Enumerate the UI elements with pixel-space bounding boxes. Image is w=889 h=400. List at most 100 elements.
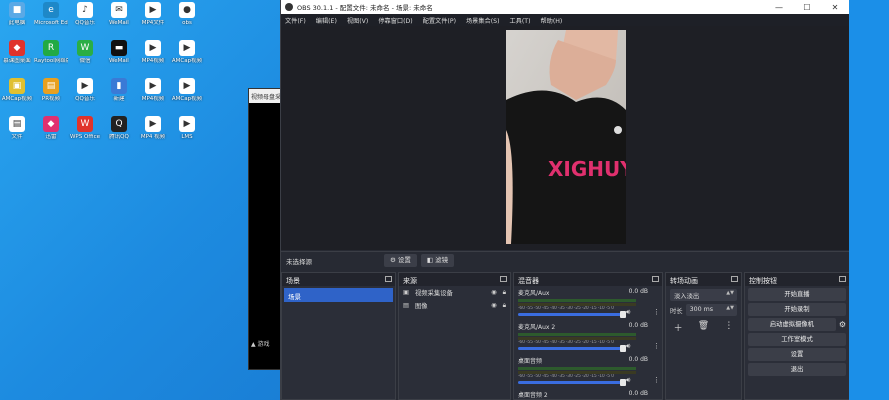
desktop-icon[interactable]: e Microsoft Edge bbox=[34, 2, 68, 27]
undock-icon[interactable] bbox=[500, 276, 507, 282]
desktop-icon[interactable]: ▶ MP4 视频 bbox=[136, 116, 170, 141]
properties-button[interactable]: ⚙ 设置 bbox=[384, 254, 417, 267]
background-window[interactable]: 视频母盘采 ▲ 游戏 bbox=[248, 88, 282, 370]
speaker-icon[interactable]: 🔊︎ bbox=[626, 376, 630, 385]
gear-icon[interactable]: ⚙ bbox=[839, 320, 846, 329]
settings-button[interactable]: 设置 bbox=[748, 348, 846, 361]
eye-icon[interactable]: ◉ bbox=[491, 289, 497, 296]
menu-profile[interactable]: 配置文件(P) bbox=[423, 16, 456, 25]
undock-icon[interactable] bbox=[385, 276, 392, 282]
start-recording-button[interactable]: 开始录制 bbox=[748, 303, 846, 316]
exit-button[interactable]: 退出 bbox=[748, 363, 846, 376]
volume-slider[interactable] bbox=[518, 379, 626, 386]
desktop-icon[interactable]: ▤ 文件 bbox=[0, 116, 34, 141]
desktop-icon[interactable]: ▶ AMCap视频 bbox=[170, 40, 204, 65]
app-icon: ▶ bbox=[179, 78, 195, 94]
desktop-icon[interactable]: ▮ 新建 bbox=[102, 78, 136, 103]
lock-icon[interactable]: 🔒︎ bbox=[503, 289, 506, 296]
trash-icon[interactable]: 🗑︎ bbox=[698, 321, 709, 334]
undock-icon[interactable] bbox=[652, 276, 659, 282]
desktop-icon[interactable]: ■ 此电脑 bbox=[0, 2, 34, 27]
app-icon: R bbox=[43, 40, 59, 56]
desktop-icon[interactable]: ▶ MP4视频 bbox=[136, 40, 170, 65]
desktop-icon[interactable]: ▣ AMCap视频 bbox=[0, 78, 34, 103]
controls-dock: 控制按钮 开始直播 开始录制 启动虚拟摄像机 ⚙ 工作室模式 设置 退出 bbox=[744, 272, 850, 400]
more-options-icon[interactable]: ⋮ bbox=[653, 308, 660, 316]
more-options-icon[interactable]: ⋮ bbox=[653, 342, 660, 350]
studio-mode-button[interactable]: 工作室模式 bbox=[748, 333, 846, 346]
desktop-icon-label: PR视频 bbox=[41, 96, 61, 102]
desktop-icon[interactable]: ▶ QQ音乐 bbox=[68, 78, 102, 103]
background-window-body bbox=[249, 103, 281, 369]
speaker-icon[interactable]: 🔊︎ bbox=[626, 308, 630, 317]
app-icon: ▶ bbox=[145, 78, 161, 94]
more-options-icon[interactable]: ⋮ bbox=[724, 321, 733, 334]
desktop-icon-label: MP4文件 bbox=[141, 20, 165, 26]
app-icon: ▶ bbox=[77, 78, 93, 94]
desktop-icon-label: QQ音乐 bbox=[75, 96, 95, 102]
undock-icon[interactable] bbox=[839, 276, 846, 282]
menu-scene-collection[interactable]: 场景集合(S) bbox=[466, 16, 500, 25]
source-item[interactable]: ▤ 图像 ◉ 🔒︎ bbox=[399, 299, 510, 312]
menu-help[interactable]: 帮助(H) bbox=[540, 16, 562, 25]
menu-file[interactable]: 文件(F) bbox=[285, 16, 306, 25]
source-item[interactable]: ▣ 视频采集设备 ◉ 🔒︎ bbox=[399, 286, 510, 299]
volume-slider[interactable] bbox=[518, 345, 626, 352]
app-icon: Q bbox=[111, 116, 127, 132]
app-icon: ◆ bbox=[9, 40, 25, 56]
desktop-icon[interactable]: ▶ AMCap视频 bbox=[170, 78, 204, 103]
desktop-icon-label: Raytool网络版 bbox=[34, 58, 68, 64]
app-icon: ● bbox=[179, 2, 195, 18]
filter-icon: ◧ bbox=[426, 256, 436, 264]
menu-docks[interactable]: 停靠窗口(D) bbox=[378, 16, 412, 25]
desktop-icon[interactable]: Q 腾讯QQ bbox=[102, 116, 136, 141]
desktop-icon[interactable]: ◆ 慕课图桌面 bbox=[0, 40, 34, 65]
eye-icon[interactable]: ◉ bbox=[491, 302, 497, 309]
mixer-title: 混音器 bbox=[518, 277, 539, 285]
transitions-title: 转场动画 bbox=[670, 277, 698, 285]
preview-area[interactable]: XIGHUY bbox=[281, 26, 849, 250]
minimize-button[interactable]: — bbox=[765, 3, 793, 12]
lock-icon[interactable]: 🔒︎ bbox=[503, 302, 506, 309]
desktop-icon[interactable]: ● obs bbox=[170, 2, 204, 27]
volume-slider[interactable] bbox=[518, 311, 626, 318]
mixer-channel: 桌面音频 2 0.0 dB bbox=[514, 388, 662, 400]
desktop-right-edge bbox=[849, 0, 889, 400]
menubar: 文件(F) 编辑(E) 视图(V) 停靠窗口(D) 配置文件(P) 场景集合(S… bbox=[281, 14, 849, 26]
speaker-icon[interactable]: 🔊︎ bbox=[626, 342, 630, 351]
desktop-icon[interactable]: W 微信 bbox=[68, 40, 102, 65]
app-icon: e bbox=[43, 2, 59, 18]
transition-select[interactable]: 淡入淡出 ▲▼ bbox=[670, 289, 737, 301]
desktop-icon[interactable]: ✉ WeMail bbox=[102, 2, 136, 27]
app-icon: ◆ bbox=[43, 116, 59, 132]
desktop-icon[interactable]: ▶ MP4视频 bbox=[136, 78, 170, 103]
desktop-icon[interactable]: W WPS Office bbox=[68, 116, 102, 141]
no-source-label: 未选择源 bbox=[286, 257, 312, 266]
start-streaming-button[interactable]: 开始直播 bbox=[748, 288, 846, 301]
level-meter bbox=[518, 333, 636, 336]
sources-header: 来源 bbox=[399, 273, 510, 286]
add-icon[interactable]: ＋ bbox=[674, 321, 683, 334]
filters-button[interactable]: ◧ 滤镜 bbox=[420, 254, 455, 267]
scene-item[interactable]: 场景 bbox=[284, 288, 393, 302]
undock-icon[interactable] bbox=[731, 276, 738, 282]
more-options-icon[interactable]: ⋮ bbox=[653, 376, 660, 384]
menu-view[interactable]: 视图(V) bbox=[347, 16, 368, 25]
duration-input[interactable]: 300 ms ▲▼ bbox=[685, 304, 737, 316]
desktop-icon[interactable]: ◆ 迅雷 bbox=[34, 116, 68, 141]
desktop-icon[interactable]: ▶ MP4文件 bbox=[136, 2, 170, 27]
desktop-icon[interactable]: R Raytool网络版 bbox=[34, 40, 68, 65]
meter-scale: -60 -55 -50 -45 -40 -35 -30 -25 -20 -15 … bbox=[518, 374, 614, 379]
desktop-icon[interactable]: ▤ PR视频 bbox=[34, 78, 68, 103]
start-virtual-camera-button[interactable]: 启动虚拟摄像机 bbox=[748, 318, 836, 331]
desktop-icon[interactable]: ♪ QQ音乐 bbox=[68, 2, 102, 27]
menu-tools[interactable]: 工具(T) bbox=[510, 16, 531, 25]
menu-edit[interactable]: 编辑(E) bbox=[316, 16, 337, 25]
close-button[interactable]: ✕ bbox=[821, 3, 849, 12]
maximize-button[interactable]: ☐ bbox=[793, 3, 821, 12]
background-window-row[interactable]: ▲ 游戏 bbox=[251, 339, 270, 348]
desktop-icon[interactable]: ▶ LMS bbox=[170, 116, 204, 141]
shirt-text: XIGHUY bbox=[548, 157, 626, 181]
image-icon: ▤ bbox=[403, 302, 409, 309]
desktop-icon[interactable]: ▬ WeMail bbox=[102, 40, 136, 65]
